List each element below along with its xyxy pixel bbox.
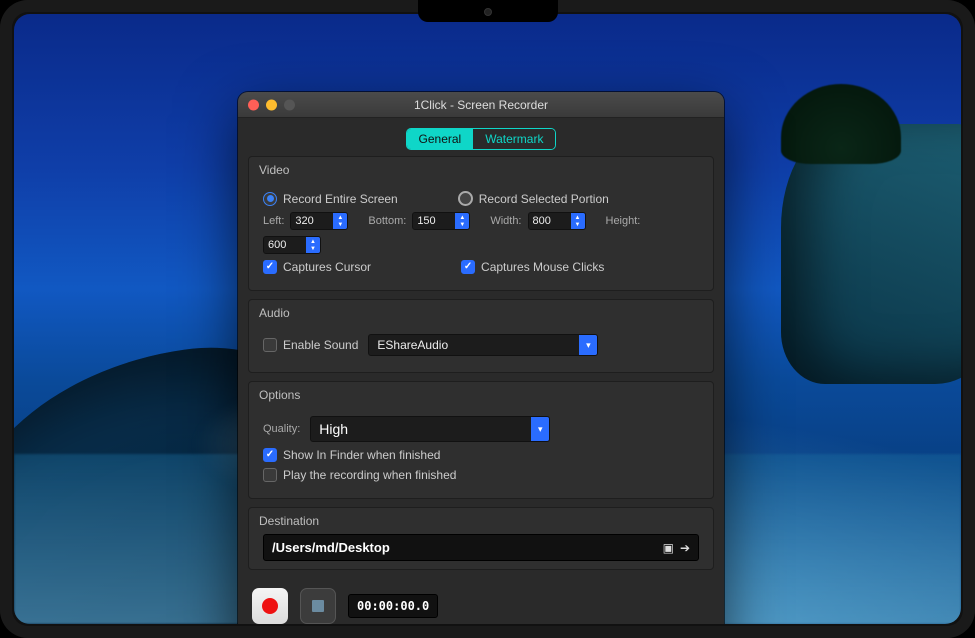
left-stepper[interactable]: ▲▼ [290, 212, 348, 230]
app-window: 1Click - Screen Recorder General Waterma… [238, 92, 724, 624]
section-video: Video Record Entire Screen Record Select… [248, 156, 714, 291]
bottom-label: Bottom: [368, 215, 406, 227]
checkbox-label: Play the recording when finished [283, 468, 456, 482]
select-value: High [311, 417, 531, 441]
record-icon [262, 598, 278, 614]
close-icon[interactable] [248, 99, 259, 110]
timecode: 00:00:00.0 [348, 594, 438, 618]
checkbox-icon [263, 338, 277, 352]
traffic-lights [248, 99, 295, 110]
desktop-wallpaper: 1Click - Screen Recorder General Waterma… [14, 14, 961, 624]
stepper-spin[interactable]: ▲▼ [455, 213, 469, 229]
choose-folder-icon[interactable]: ➔ [680, 541, 690, 555]
width-label: Width: [490, 215, 521, 227]
checkbox-icon [263, 468, 277, 482]
section-video-title: Video [249, 157, 713, 183]
stepper-spin[interactable]: ▲▼ [333, 213, 347, 229]
wallpaper-trees [781, 84, 901, 164]
width-stepper[interactable]: ▲▼ [528, 212, 586, 230]
tab-bar: General Watermark [238, 118, 724, 156]
section-audio-title: Audio [249, 300, 713, 326]
tab-watermark[interactable]: Watermark [473, 129, 555, 149]
check-play-when-finished[interactable]: Play the recording when finished [263, 468, 456, 482]
section-audio: Audio Enable Sound EShareAudio ▾ [248, 299, 714, 373]
check-captures-clicks[interactable]: Captures Mouse Clicks [461, 260, 604, 274]
checkbox-label: Captures Cursor [283, 260, 371, 274]
checkbox-icon [263, 260, 277, 274]
bottom-stepper[interactable]: ▲▼ [412, 212, 470, 230]
laptop-notch [418, 0, 558, 22]
checkbox-label: Captures Mouse Clicks [481, 260, 604, 274]
reveal-in-finder-icon[interactable]: ▣ [663, 541, 674, 555]
audio-device-select[interactable]: EShareAudio ▾ [368, 334, 598, 356]
minimize-icon[interactable] [266, 99, 277, 110]
checkbox-icon [461, 260, 475, 274]
titlebar[interactable]: 1Click - Screen Recorder [238, 92, 724, 118]
height-stepper[interactable]: ▲▼ [263, 236, 321, 254]
radio-icon [458, 191, 473, 206]
tab-general[interactable]: General [407, 129, 474, 149]
width-input[interactable] [529, 213, 571, 229]
section-options: Options Quality: High ▾ Show In Finder w… [248, 381, 714, 499]
stepper-spin[interactable]: ▲▼ [306, 237, 320, 253]
controls-area: 00:00:00.0 This window will be hidden du… [238, 578, 724, 624]
laptop-frame: 1Click - Screen Recorder General Waterma… [0, 0, 975, 638]
section-options-title: Options [249, 382, 713, 408]
destination-field: ▣ ➔ [263, 534, 699, 561]
zoom-icon[interactable] [284, 99, 295, 110]
radio-label: Record Selected Portion [479, 192, 609, 206]
chevron-down-icon: ▾ [531, 417, 549, 441]
radio-record-portion[interactable]: Record Selected Portion [458, 191, 609, 206]
checkbox-icon [263, 448, 277, 462]
bottom-input[interactable] [413, 213, 455, 229]
quality-label: Quality: [263, 423, 300, 435]
radio-label: Record Entire Screen [283, 192, 398, 206]
left-input[interactable] [291, 213, 333, 229]
destination-input[interactable] [264, 535, 655, 560]
record-button[interactable] [252, 588, 288, 624]
checkbox-label: Enable Sound [283, 338, 358, 352]
stop-icon [312, 600, 324, 612]
quality-select[interactable]: High ▾ [310, 416, 550, 442]
stop-button[interactable] [300, 588, 336, 624]
check-show-in-finder[interactable]: Show In Finder when finished [263, 448, 440, 462]
radio-record-entire[interactable]: Record Entire Screen [263, 192, 398, 206]
check-enable-sound[interactable]: Enable Sound [263, 338, 358, 352]
section-destination-title: Destination [249, 508, 713, 534]
select-value: EShareAudio [369, 335, 579, 355]
tab-segment-group: General Watermark [406, 128, 557, 150]
radio-icon [263, 192, 277, 206]
height-input[interactable] [264, 237, 306, 253]
window-title: 1Click - Screen Recorder [238, 98, 724, 112]
check-captures-cursor[interactable]: Captures Cursor [263, 260, 371, 274]
left-label: Left: [263, 215, 284, 227]
checkbox-label: Show In Finder when finished [283, 448, 440, 462]
chevron-down-icon: ▾ [579, 335, 597, 355]
height-label: Height: [606, 215, 641, 227]
stepper-spin[interactable]: ▲▼ [571, 213, 585, 229]
section-destination: Destination ▣ ➔ [248, 507, 714, 570]
